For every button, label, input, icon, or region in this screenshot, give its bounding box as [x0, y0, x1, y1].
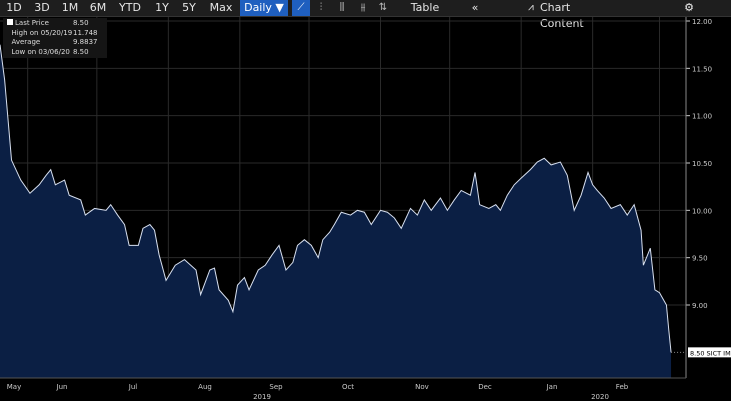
price-chart: 12.00 11.50 11.00 10.50 10.00 9.50 9.00 8.50 SI… — [0, 17, 731, 401]
y-tick-label: 10.00 — [692, 207, 712, 215]
x-tick-label: Nov — [415, 383, 429, 391]
legend-value: 8.50 — [73, 19, 89, 27]
x-tick-label: Sep — [269, 383, 283, 391]
legend-value: 11.748 — [73, 28, 98, 37]
x-tick-label: Jan — [546, 383, 558, 391]
legend-value: 8.50 — [73, 47, 89, 56]
x-tick-label: Aug — [198, 383, 212, 391]
y-tick-label: 9.50 — [692, 255, 708, 263]
y-tick-label: 9.00 — [692, 302, 708, 310]
y-tick-label: 10.50 — [692, 160, 712, 168]
y-tick-label: 12.00 — [692, 18, 712, 26]
price-area — [0, 44, 672, 378]
x-tick-label: Dec — [478, 383, 492, 391]
x-tick-label: Feb — [616, 383, 629, 391]
legend-high: High on 05/20/19 11.748 — [7, 29, 107, 39]
year-label: 2020 — [591, 393, 609, 401]
x-tick-label: Jun — [56, 383, 68, 391]
legend-label: Low on 03/06/20 — [11, 47, 70, 56]
legend: Last Price 8.50 High on 05/20/19 11.748 Av… — [3, 18, 107, 58]
legend-low: Low on 03/06/20 8.50 — [7, 48, 107, 58]
x-tick-label: Oct — [342, 383, 354, 391]
legend-label: Average — [11, 38, 41, 46]
legend-average: Average 9.8837 — [7, 38, 107, 48]
x-tick-label: Jul — [128, 383, 138, 391]
legend-label: High on 05/20/19 — [11, 28, 73, 37]
legend-value: 9.8837 — [73, 38, 98, 46]
legend-last-price: Last Price 8.50 — [7, 19, 107, 29]
y-tick-label: 11.50 — [692, 65, 712, 73]
last-price-tag-label: 8.50 SICT IM — [690, 349, 731, 357]
x-tick-label: May — [7, 383, 21, 391]
year-label: 2019 — [253, 393, 271, 401]
y-tick-label: 11.00 — [692, 113, 712, 121]
legend-label: Last Price — [15, 19, 49, 27]
